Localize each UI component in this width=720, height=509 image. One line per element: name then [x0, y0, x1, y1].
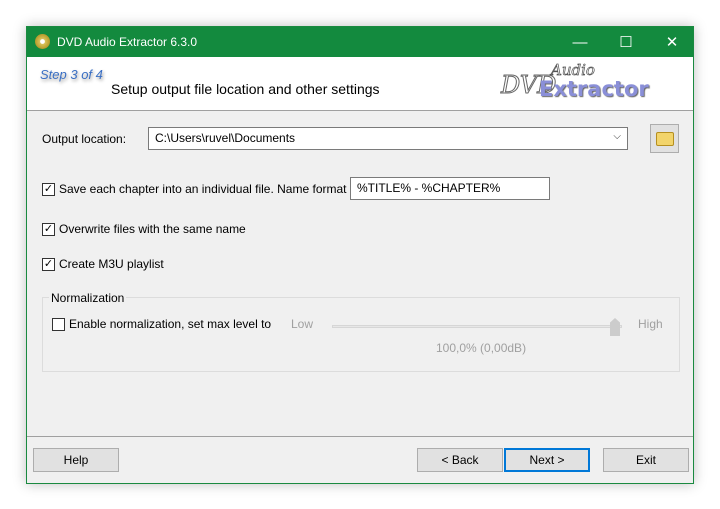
logo-extractor: Extractor — [539, 77, 649, 101]
output-location-combo[interactable]: C:\Users\ruvel\Documents ⌵ — [148, 127, 628, 150]
window-title: DVD Audio Extractor 6.3.0 — [57, 35, 198, 49]
app-logo: DVD Audio Extractor — [500, 61, 661, 105]
output-location-value: C:\Users\ruvel\Documents — [155, 131, 296, 145]
normalization-label: Enable normalization, set max level to — [69, 317, 272, 331]
slider-low-label: Low — [291, 317, 314, 331]
minimize-button[interactable]: — — [557, 27, 603, 57]
name-format-value: %TITLE% - %CHAPTER% — [357, 181, 501, 195]
maximize-button[interactable]: ☐ — [603, 27, 649, 57]
close-button[interactable]: ✕ — [649, 27, 695, 57]
slider-high-label: High — [638, 317, 663, 331]
name-format-input[interactable]: %TITLE% - %CHAPTER% — [350, 177, 550, 200]
app-disc-icon — [35, 34, 50, 49]
output-location-label: Output location: — [42, 132, 127, 146]
back-button[interactable]: < Back — [417, 448, 503, 472]
normalization-checkbox[interactable]: Enable normalization, set max level to — [52, 317, 271, 331]
page-title: Setup output file location and other set… — [111, 81, 380, 97]
checkbox-box[interactable]: ✓ — [42, 222, 55, 236]
checkbox-box[interactable]: ✓ — [42, 182, 55, 196]
checkbox-box[interactable] — [52, 317, 65, 331]
normalization-group — [42, 297, 680, 372]
checkbox-box[interactable]: ✓ — [42, 257, 55, 271]
normalization-slider-track[interactable] — [332, 325, 622, 328]
m3u-checkbox[interactable]: ✓ Create M3U playlist — [42, 257, 164, 271]
next-button[interactable]: Next > — [504, 448, 590, 472]
browse-folder-button[interactable] — [650, 124, 679, 153]
normalization-value: 100,0% (0,00dB) — [436, 341, 527, 355]
footer-divider — [27, 436, 693, 437]
wizard-header: Step 3 of 4 Setup output file location a… — [27, 57, 693, 111]
save-chapters-checkbox[interactable]: ✓ Save each chapter into an individual f… — [42, 182, 347, 196]
normalization-group-label: Normalization — [49, 291, 127, 305]
chevron-down-icon[interactable]: ⌵ — [613, 131, 621, 142]
overwrite-label: Overwrite files with the same name — [59, 222, 246, 236]
main-window: DVD Audio Extractor 6.3.0 — ☐ ✕ Step 3 o… — [26, 26, 694, 484]
help-button[interactable]: Help — [33, 448, 119, 472]
m3u-label: Create M3U playlist — [59, 257, 164, 271]
step-indicator: Step 3 of 4 — [40, 67, 103, 82]
title-bar: DVD Audio Extractor 6.3.0 — ☐ ✕ — [27, 27, 693, 57]
exit-button[interactable]: Exit — [603, 448, 689, 472]
save-chapters-label: Save each chapter into an individual fil… — [59, 182, 347, 196]
overwrite-checkbox[interactable]: ✓ Overwrite files with the same name — [42, 222, 246, 236]
folder-icon — [655, 131, 674, 146]
